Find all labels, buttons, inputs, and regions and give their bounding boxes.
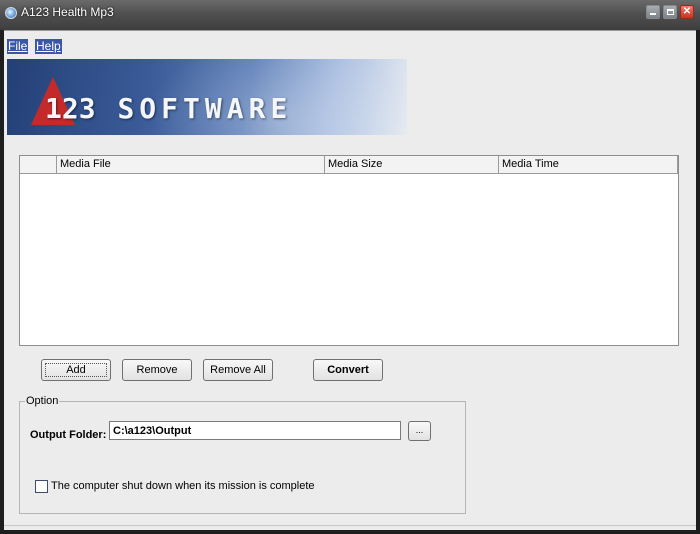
convert-button[interactable]: Convert: [313, 359, 383, 381]
browse-button[interactable]: ...: [408, 421, 431, 441]
menu-help[interactable]: Help: [35, 39, 62, 54]
minimize-button[interactable]: [646, 5, 660, 19]
close-button[interactable]: ✕: [680, 5, 694, 19]
main-panel: File Help 123 SOFTWARE Media File Media …: [4, 30, 696, 530]
shutdown-checkbox-label[interactable]: The computer shut down when its mission …: [51, 480, 315, 492]
option-group-label: Option: [25, 395, 60, 407]
globe-icon: [5, 7, 17, 19]
column-header-index[interactable]: [20, 156, 56, 174]
media-list[interactable]: Media File Media Size Media Time: [19, 155, 679, 346]
column-header-media-file[interactable]: Media File: [56, 156, 324, 174]
add-button[interactable]: Add: [41, 359, 111, 381]
remove-all-button[interactable]: Remove All: [203, 359, 273, 381]
close-icon: ✕: [682, 6, 692, 17]
maximize-button[interactable]: [663, 5, 677, 19]
bottom-divider: [4, 525, 696, 531]
list-header: Media File Media Size Media Time: [20, 156, 678, 174]
remove-button[interactable]: Remove: [122, 359, 192, 381]
focus-rect: [45, 363, 107, 377]
maximize-icon: [667, 9, 674, 15]
logo-banner: 123 SOFTWARE: [7, 59, 407, 135]
output-folder-label: Output Folder:: [30, 429, 107, 441]
output-folder-input[interactable]: [109, 421, 401, 440]
app-window: A123 Health Mp3 ✕ File Help 123 SOFTWARE…: [0, 0, 700, 534]
minimize-icon: [650, 13, 656, 15]
shutdown-checkbox[interactable]: [35, 480, 48, 493]
menu-file[interactable]: File: [7, 39, 29, 54]
column-header-media-time[interactable]: Media Time: [498, 156, 678, 174]
list-body[interactable]: [20, 175, 678, 345]
title-bar[interactable]: A123 Health Mp3 ✕: [0, 0, 700, 30]
banner-software: SOFTWARE: [117, 92, 293, 125]
banner-text: 123 SOFTWARE: [45, 92, 292, 125]
column-header-media-size[interactable]: Media Size: [324, 156, 498, 174]
option-group: Option Output Folder: ... The computer s…: [19, 395, 466, 514]
banner-numbers: 123: [45, 92, 96, 125]
window-title: A123 Health Mp3: [21, 5, 114, 19]
